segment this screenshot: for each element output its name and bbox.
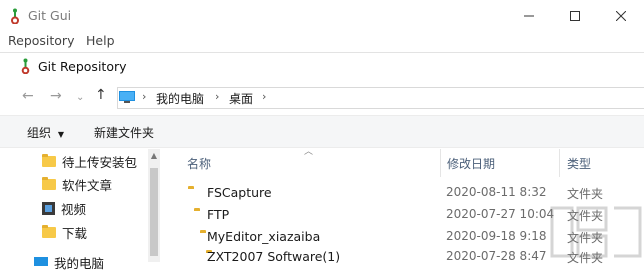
- forward-arrow-icon[interactable]: →: [50, 88, 62, 104]
- video-icon: [42, 201, 55, 215]
- file-date: 2020-07-28 8:47: [446, 249, 547, 263]
- window-title: Git Gui: [28, 8, 72, 23]
- column-header-date[interactable]: 修改日期: [447, 155, 495, 172]
- sidebar-item-label: 软件文章: [62, 177, 113, 193]
- breadcrumb-item-my-computer[interactable]: 我的电脑: [156, 90, 204, 107]
- menu-help[interactable]: Help: [86, 33, 115, 48]
- sidebar-item-pending-packages[interactable]: 待上传安装包: [42, 150, 137, 172]
- sidebar-item-software-articles[interactable]: 软件文章: [42, 173, 112, 195]
- breadcrumb-chevron-icon[interactable]: ›: [262, 90, 266, 103]
- breadcrumb-chevron-icon[interactable]: ›: [215, 90, 219, 103]
- file-date: 2020-09-18 9:18: [446, 229, 547, 243]
- computer-icon: [34, 256, 48, 266]
- column-header-name[interactable]: 名称: [187, 155, 211, 172]
- git-repository-icon: [21, 58, 30, 74]
- sidebar-item-label: 视频: [61, 201, 87, 217]
- minimize-icon: [524, 15, 534, 17]
- organize-button[interactable]: 组织 ▼: [27, 124, 64, 141]
- new-folder-button[interactable]: 新建文件夹: [94, 124, 154, 141]
- file-name[interactable]: FSCapture: [207, 185, 272, 200]
- column-divider[interactable]: [440, 149, 441, 177]
- file-date: 2020-07-27 10:04: [446, 207, 555, 221]
- sidebar-item-label: 待上传安装包: [62, 154, 138, 170]
- watermark-logo: [550, 206, 642, 258]
- column-divider[interactable]: [559, 149, 560, 177]
- menu-repository[interactable]: Repository: [8, 33, 74, 48]
- scroll-up-arrow-icon[interactable]: ▲: [148, 151, 160, 163]
- close-button[interactable]: [598, 0, 644, 32]
- sidebar-item-videos[interactable]: 视频: [42, 197, 86, 219]
- git-gui-app-icon: [11, 8, 19, 24]
- file-name[interactable]: FTP: [207, 207, 229, 222]
- breadcrumb-item-desktop[interactable]: 桌面: [229, 90, 253, 107]
- folder-icon: [42, 176, 56, 190]
- folder-icon: [42, 153, 56, 167]
- sidebar-item-label: 下载: [62, 225, 88, 241]
- sidebar-item-my-computer[interactable]: 我的电脑: [34, 251, 104, 273]
- dropdown-arrow-icon: ▼: [57, 130, 64, 139]
- sidebar-item-label: 我的电脑: [54, 255, 105, 271]
- back-arrow-icon[interactable]: ←: [22, 88, 34, 104]
- organize-label: 组织: [27, 126, 52, 140]
- recent-locations-chevron-icon[interactable]: ⌄: [76, 92, 84, 103]
- file-date: 2020-08-11 8:32: [446, 185, 547, 199]
- file-type: 文件夹: [567, 187, 604, 201]
- maximize-button[interactable]: [552, 0, 598, 32]
- file-name[interactable]: MyEditor_xiazaiba: [207, 229, 320, 244]
- column-header-type[interactable]: 类型: [567, 155, 591, 172]
- dialog-title: Git Repository: [38, 59, 127, 74]
- maximize-icon: [570, 11, 580, 21]
- close-icon: [616, 11, 626, 21]
- folder-icon: [42, 224, 56, 238]
- minimize-button[interactable]: [506, 0, 552, 32]
- breadcrumb-chevron-icon[interactable]: ›: [142, 90, 146, 103]
- sidebar-item-downloads[interactable]: 下载: [42, 221, 87, 243]
- computer-icon: [119, 91, 135, 103]
- up-arrow-icon[interactable]: ↑: [95, 87, 107, 103]
- menu-divider: [0, 52, 644, 53]
- sidebar-scrollbar-thumb[interactable]: [150, 168, 158, 256]
- sort-ascending-icon: ︿: [304, 147, 314, 157]
